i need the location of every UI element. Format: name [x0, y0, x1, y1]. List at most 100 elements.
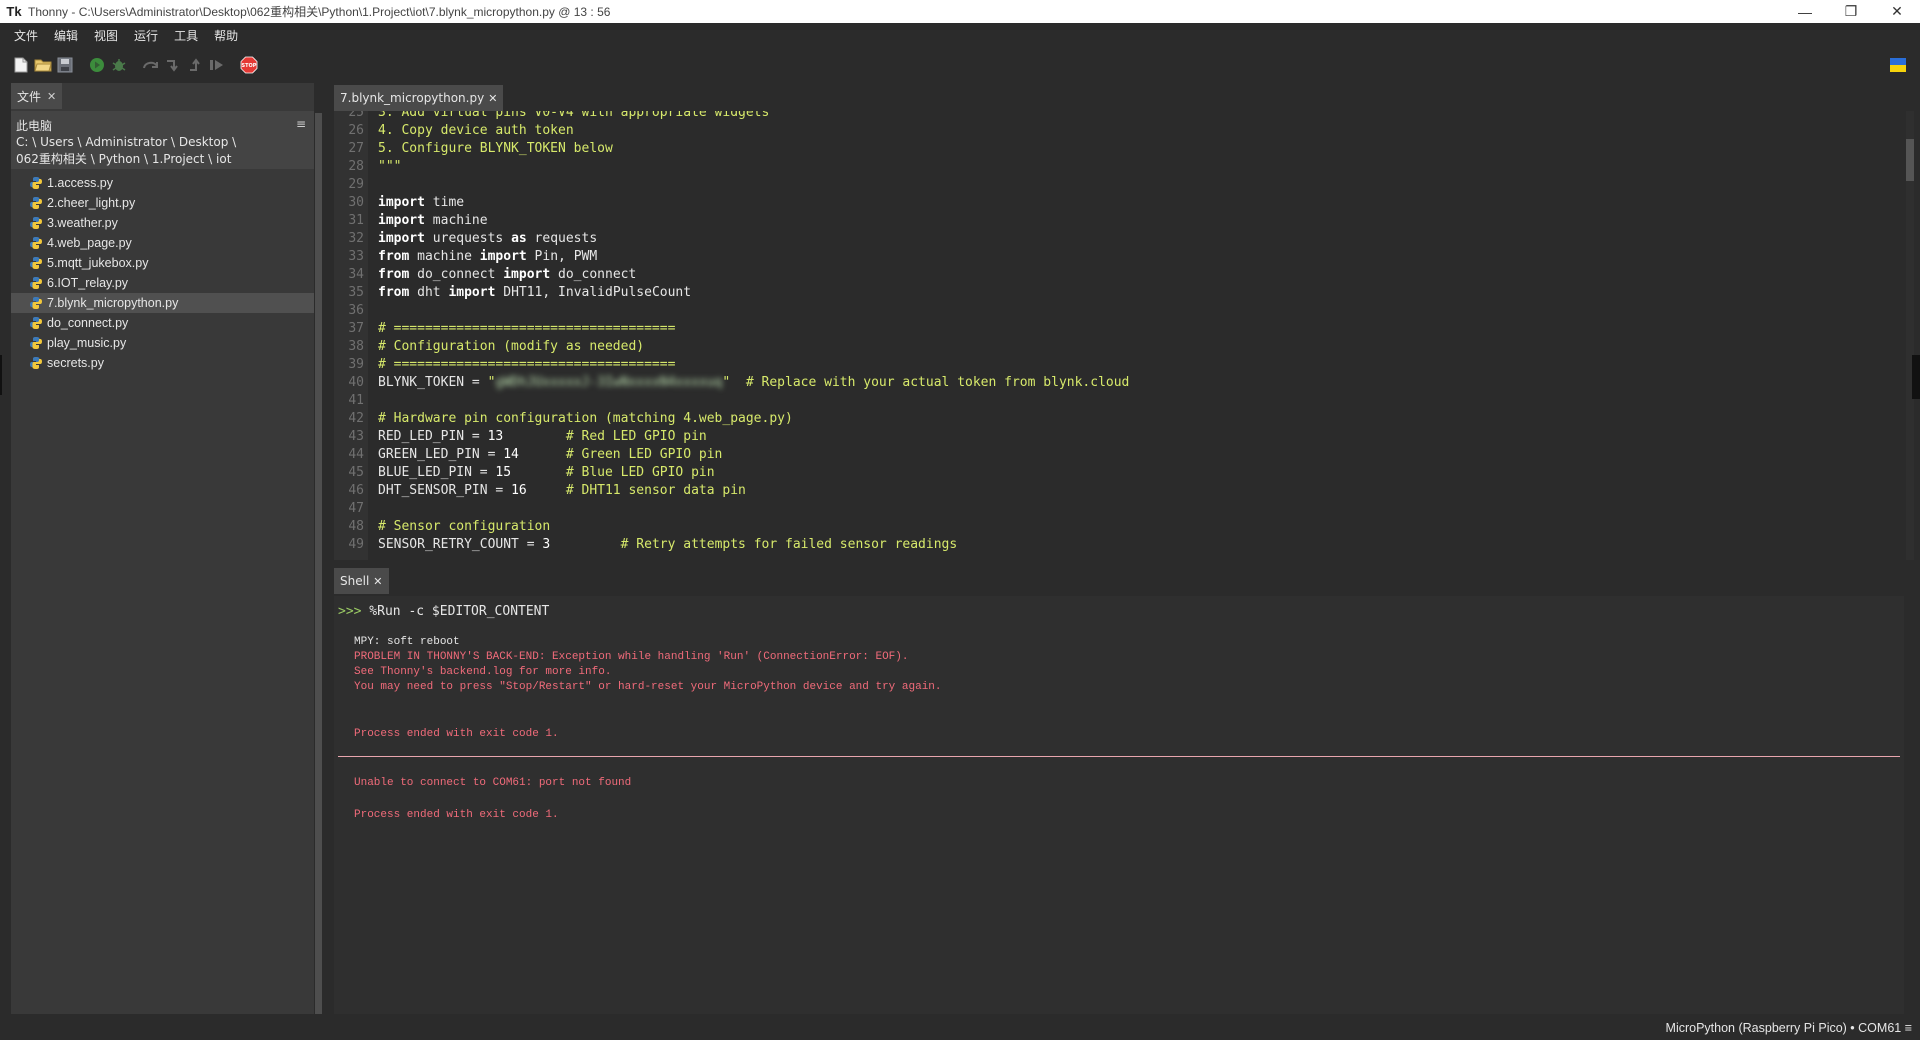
current-path[interactable]: C: \ Users \ Administrator \ Desktop \ 0…: [16, 134, 256, 168]
line-number: 30: [348, 195, 364, 210]
file-list: 1.access.py 2.cheer_light.py 3.weather.py 4…: [11, 173, 314, 373]
code-token: 14: [503, 447, 519, 462]
debug-icon[interactable]: [110, 56, 128, 74]
file-name: 4.web_page.py: [47, 236, 132, 250]
shell-divider: [338, 756, 1900, 757]
code-line[interactable]: 46 DHT_SENSOR_PIN = 16 # DHT11 sensor dat…: [334, 482, 1894, 500]
files-location-header: 此电脑 ≡ C: \ Users \ Administrator \ Deskt…: [11, 111, 314, 169]
python-file-icon: [29, 296, 43, 310]
tab-shell[interactable]: Shell ✕: [334, 568, 389, 594]
code-text: # Configuration (modify as needed): [364, 338, 644, 356]
step-into-icon[interactable]: [164, 56, 182, 74]
code-token: import: [378, 231, 425, 246]
file-list-item[interactable]: 2.cheer_light.py: [11, 193, 314, 213]
code-line[interactable]: 40 BLYNK_TOKEN = "gWDhJUxxxxxJ-3IwNxxxxN4…: [334, 374, 1894, 392]
file-list-item[interactable]: secrets.py: [11, 353, 314, 373]
code-line[interactable]: 35 from dht import DHT11, InvalidPulseCou…: [334, 284, 1894, 302]
resume-icon[interactable]: [208, 56, 226, 74]
shell-error-line: Process ended with exit code 1.: [354, 809, 559, 821]
python-file-icon: [29, 276, 43, 290]
code-line[interactable]: 30 import time: [334, 194, 1894, 212]
files-panel: 文件 ✕ 此电脑 ≡ C: \ Users \ Administrator \ …: [11, 83, 314, 1014]
save-icon[interactable]: [56, 56, 74, 74]
close-button[interactable]: ✕: [1874, 0, 1920, 23]
code-editor[interactable]: 25 3. Add virtual pins V0-V4 with appropr…: [334, 111, 1914, 560]
code-line[interactable]: 27 5. Configure BLYNK_TOKEN below: [334, 140, 1894, 158]
menu-help[interactable]: 帮助: [206, 23, 246, 49]
this-computer-label[interactable]: 此电脑: [16, 117, 52, 134]
code-line[interactable]: 43 RED_LED_PIN = 13 # Red LED GPIO pin: [334, 428, 1894, 446]
code-token: time: [424, 195, 465, 210]
menu-run[interactable]: 运行: [126, 23, 166, 49]
code-token: SENSOR_RETRY_COUNT =: [378, 537, 543, 552]
code-text: """: [364, 158, 401, 176]
file-list-item[interactable]: 6.IOT_relay.py: [11, 273, 314, 293]
code-line[interactable]: 26 4. Copy device auth token: [334, 122, 1894, 140]
open-folder-icon[interactable]: [34, 56, 52, 74]
close-icon[interactable]: ✕: [47, 90, 56, 103]
code-token: machine: [409, 249, 480, 264]
step-over-icon[interactable]: [142, 56, 160, 74]
new-file-icon[interactable]: [12, 56, 30, 74]
ukraine-flag-icon: [1890, 57, 1906, 73]
code-token: BLUE_LED_PIN =: [378, 465, 496, 480]
minimize-button[interactable]: —: [1782, 0, 1828, 23]
shell-tab-label: Shell: [340, 574, 370, 588]
file-list-item[interactable]: 1.access.py: [11, 173, 314, 193]
code-text: from dht import DHT11, InvalidPulseCount: [364, 284, 691, 302]
file-list-item[interactable]: 3.weather.py: [11, 213, 314, 233]
file-name: 2.cheer_light.py: [47, 196, 136, 210]
shell-console[interactable]: >>> %Run -c $EDITOR_CONTENT MPY: soft re…: [334, 596, 1904, 1014]
code-line[interactable]: 39 # ====================================: [334, 356, 1894, 374]
code-line[interactable]: 37 # ====================================: [334, 320, 1894, 338]
code-token: as: [511, 231, 527, 246]
file-name: secrets.py: [47, 356, 104, 370]
code-line[interactable]: 25 3. Add virtual pins V0-V4 with appropr…: [334, 111, 1894, 122]
run-icon[interactable]: [88, 56, 106, 74]
code-token: do_connect: [550, 267, 637, 282]
code-line[interactable]: 38 # Configuration (modify as needed): [334, 338, 1894, 356]
code-line[interactable]: 45 BLUE_LED_PIN = 15 # Blue LED GPIO pin: [334, 464, 1894, 482]
step-out-icon[interactable]: [186, 56, 204, 74]
tab-7-blynk-micropython[interactable]: 7.blynk_micropython.py ✕: [334, 85, 504, 111]
tab-files[interactable]: 文件 ✕: [11, 83, 63, 109]
code-line[interactable]: 44 GREEN_LED_PIN = 14 # Green LED GPIO pi…: [334, 446, 1894, 464]
code-line[interactable]: 42 # Hardware pin configuration (matching…: [334, 410, 1894, 428]
code-line[interactable]: 33 from machine import Pin, PWM: [334, 248, 1894, 266]
menu-tools[interactable]: 工具: [166, 23, 206, 49]
code-line[interactable]: 49 SENSOR_RETRY_COUNT = 3 # Retry attempt…: [334, 536, 1894, 554]
file-list-item[interactable]: 4.web_page.py: [11, 233, 314, 253]
shell-error-line: Unable to connect to COM61: port not fou…: [354, 777, 632, 789]
files-menu-icon[interactable]: ≡: [296, 117, 306, 131]
code-line[interactable]: 28 """: [334, 158, 1894, 176]
close-icon[interactable]: ✕: [488, 92, 497, 105]
code-line[interactable]: 34 from do_connect import do_connect: [334, 266, 1894, 284]
code-line[interactable]: 31 import machine: [334, 212, 1894, 230]
line-number: 47: [348, 501, 364, 516]
maximize-button[interactable]: ❐: [1828, 0, 1874, 23]
menu-file[interactable]: 文件: [6, 23, 46, 49]
close-icon[interactable]: ✕: [373, 575, 382, 588]
code-token: 16: [511, 483, 527, 498]
file-list-item[interactable]: 7.blynk_micropython.py: [11, 293, 314, 313]
editor-scrollbar-thumb[interactable]: [1906, 139, 1914, 181]
code-line[interactable]: 29: [334, 176, 1894, 194]
file-list-item[interactable]: play_music.py: [11, 333, 314, 353]
shell-error-line: PROBLEM IN THONNY'S BACK-END: Exception …: [354, 651, 909, 663]
code-line[interactable]: 48 # Sensor configuration: [334, 518, 1894, 536]
files-scrollbar[interactable]: [315, 113, 322, 1014]
code-line[interactable]: 32 import urequests as requests: [334, 230, 1894, 248]
interpreter-status[interactable]: MicroPython (Raspberry Pi Pico) • COM61 …: [1666, 1021, 1912, 1035]
svg-text:STOP: STOP: [242, 63, 257, 69]
line-number: 31: [348, 213, 364, 228]
code-line[interactable]: 47: [334, 500, 1894, 518]
menu-edit[interactable]: 编辑: [46, 23, 86, 49]
stop-icon[interactable]: STOP: [240, 56, 258, 74]
menu-view[interactable]: 视图: [86, 23, 126, 49]
file-list-item[interactable]: do_connect.py: [11, 313, 314, 333]
code-line[interactable]: 41: [334, 392, 1894, 410]
code-line[interactable]: 36: [334, 302, 1894, 320]
file-list-item[interactable]: 5.mqtt_jukebox.py: [11, 253, 314, 273]
code-token: urequests: [424, 231, 512, 246]
